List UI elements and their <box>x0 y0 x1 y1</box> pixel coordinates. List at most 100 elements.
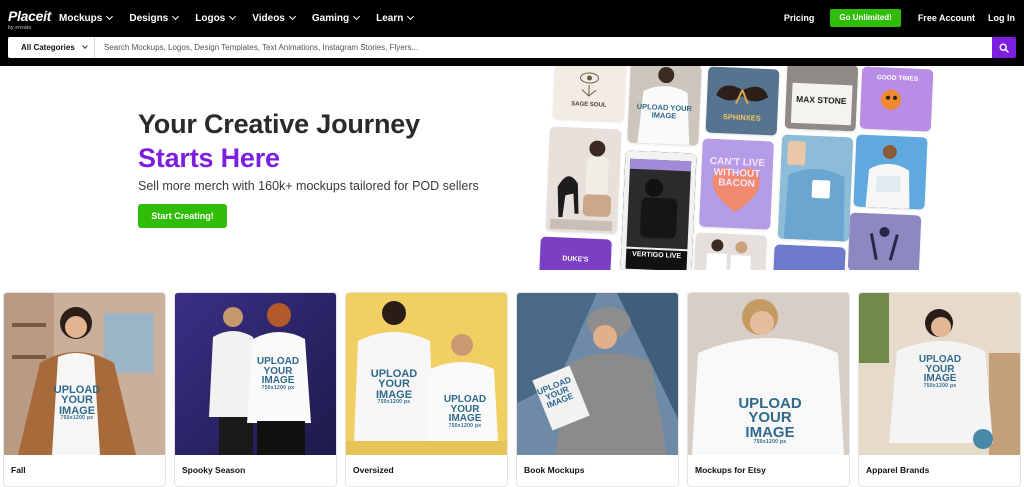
category-card-oversized[interactable]: UPLOAD YOUR IMAGE 750x1200 px UPLOAD YOU… <box>345 292 508 487</box>
collage-tile-couple[interactable] <box>694 232 767 270</box>
category-label: Fall <box>11 465 26 475</box>
chevron-down-icon <box>106 12 114 21</box>
collage-tile-max-stone[interactable]: MAX STONE <box>784 66 859 132</box>
collage-tile-upload[interactable]: UPLOAD YOUR IMAGE <box>627 66 702 146</box>
upload-size: 750x1200 px <box>377 399 411 406</box>
menu-gaming[interactable]: Gaming <box>311 12 361 24</box>
upload-placeholder: UPLOAD YOUR IMAGE 750x1200 px <box>52 384 102 422</box>
chevron-down-icon <box>288 12 296 21</box>
category-image: UPLOAD YOUR IMAGE 750x1200 px <box>175 293 336 455</box>
category-card-spooky-season[interactable]: UPLOAD YOUR IMAGE 750x1200 px Spooky Sea… <box>174 292 337 487</box>
menu-logos[interactable]: Logos <box>195 12 237 24</box>
main-nav: Placeit by envato Mockups Designs Logos … <box>0 0 1024 36</box>
collage-tile-man-tshirt[interactable] <box>853 134 928 210</box>
woman-with-dog-photo <box>545 126 622 234</box>
category-card-mockups-for-etsy[interactable]: UPLOAD YOUR IMAGE 750x1200 px Mockups fo… <box>687 292 850 487</box>
logo-subtitle: by envato <box>8 25 32 31</box>
poster-photo <box>773 244 846 270</box>
logo-wordmark: Placeit <box>8 8 52 24</box>
hero-collage: SAGE SOUL DUKE'S UPLOAD YOUR IMAGE VERTI… <box>536 66 936 270</box>
menu-label: Videos <box>252 12 285 24</box>
menu-label: Logos <box>195 12 226 24</box>
start-creating-button[interactable]: Start Creating! <box>138 204 227 228</box>
category-card-fall[interactable]: UPLOAD YOUR IMAGE 750x1200 px Fall <box>3 292 166 487</box>
menu-label: Designs <box>129 12 169 24</box>
menu-label: Gaming <box>311 12 350 24</box>
upload-size: 750x1200 px <box>60 415 94 422</box>
hands-illustration <box>847 212 922 270</box>
upload-placeholder: UPLOAD YOUR IMAGE 750x1200 px <box>255 357 301 390</box>
category-select-value: All Categories <box>21 43 75 52</box>
login-link[interactable]: Log In <box>988 13 1015 23</box>
free-account-link[interactable]: Free Account <box>918 13 975 23</box>
category-grid: UPLOAD YOUR IMAGE 750x1200 px Fall UPLOA… <box>3 292 1021 487</box>
menu-mockups[interactable]: Mockups <box>59 12 114 24</box>
category-label: Mockups for Etsy <box>695 465 766 475</box>
chevron-down-icon <box>353 12 361 21</box>
couple-photo <box>694 232 767 270</box>
collage-tile-dog[interactable] <box>545 126 622 234</box>
category-image: UPLOAD YOUR IMAGE 750x1200 px <box>688 293 849 455</box>
top-bar: Placeit by envato Mockups Designs Logos … <box>0 0 1024 66</box>
upload-size: 750x1200 px <box>923 382 957 389</box>
eye-illustration <box>580 72 600 97</box>
chevron-down-icon <box>81 43 88 49</box>
account-nav: Pricing Go Unlimited! Free Account Log I… <box>784 0 1015 36</box>
category-card-apparel-brands[interactable]: UPLOAD YOUR IMAGE 750x1200 px Apparel Br… <box>858 292 1021 487</box>
upload-size: 750x1200 px <box>753 438 787 445</box>
collage-tile-good-times[interactable]: GOOD TIMES <box>859 66 934 132</box>
search-button[interactable] <box>992 37 1016 58</box>
category-label: Oversized <box>353 465 394 475</box>
category-card-book-mockups[interactable]: UPLOAD YOUR IMAGE Book Mockups <box>516 292 679 487</box>
search-input[interactable] <box>95 37 992 58</box>
chevron-down-icon <box>172 12 180 21</box>
collage-tile-bacon[interactable]: CAN'T LIVE WITHOUT BACON <box>699 138 774 230</box>
search-icon <box>999 42 1009 53</box>
collage-tile-sage-soul[interactable]: SAGE SOUL <box>552 66 627 122</box>
menu-designs[interactable]: Designs <box>129 12 180 24</box>
category-label: Apparel Brands <box>866 465 930 475</box>
category-image: UPLOAD YOUR IMAGE <box>517 293 678 455</box>
collage-tile-sphinxes[interactable]: SPHINXES <box>705 66 780 136</box>
collage-tile-hands[interactable] <box>847 212 922 270</box>
collage-tile-mug[interactable] <box>777 134 854 242</box>
main-menu: Mockups Designs Logos Videos Gaming Lear… <box>59 0 430 36</box>
collage-tile-dukes[interactable]: DUKE'S <box>539 236 612 270</box>
upload-text: IMAGE <box>745 423 795 441</box>
tile-text: UPLOAD YOUR IMAGE <box>636 101 693 121</box>
hero-description: Sell more merch with 160k+ mockups tailo… <box>138 179 479 193</box>
tile-text: DUKE'S <box>562 255 589 264</box>
placeit-logo[interactable]: Placeit by envato <box>8 9 51 31</box>
menu-learn[interactable]: Learn <box>376 12 415 24</box>
menu-label: Learn <box>376 12 404 24</box>
menu-label: Mockups <box>59 12 103 24</box>
category-label: Spooky Season <box>182 465 246 475</box>
category-select[interactable]: All Categories <box>8 37 95 58</box>
category-image: UPLOAD YOUR IMAGE 750x1200 px <box>859 293 1020 455</box>
chevron-down-icon <box>407 12 415 21</box>
upload-placeholder: UPLOAD YOUR IMAGE 750x1200 px <box>915 355 965 388</box>
chevron-down-icon <box>229 12 237 21</box>
menu-videos[interactable]: Videos <box>252 12 296 24</box>
moth-illustration <box>705 66 780 136</box>
fall-photo <box>4 293 165 455</box>
tile-text: CAN'T LIVE WITHOUT BACON <box>709 155 766 190</box>
woman-with-mug-photo <box>777 134 854 242</box>
category-image: UPLOAD YOUR IMAGE 750x1200 px <box>4 293 165 455</box>
hero-subtitle: Starts Here <box>138 143 280 173</box>
collage-tile-bottom[interactable] <box>773 244 846 270</box>
upload-placeholder: UPLOAD YOUR IMAGE 750x1200 px <box>438 395 492 428</box>
upload-placeholder: UPLOAD YOUR IMAGE 750x1200 px <box>364 368 424 406</box>
upload-size: 750x1200 px <box>261 384 295 391</box>
go-unlimited-button[interactable]: Go Unlimited! <box>830 9 901 27</box>
collage-tile-vertigo[interactable]: VERTIGO LIVE <box>620 150 697 270</box>
pricing-link[interactable]: Pricing <box>784 13 815 23</box>
category-image: UPLOAD YOUR IMAGE 750x1200 px UPLOAD YOU… <box>346 293 507 455</box>
hero-title: Your Creative Journey <box>138 109 420 139</box>
upload-size: 750x1200 px <box>448 422 482 429</box>
upload-placeholder: UPLOAD YOUR IMAGE 750x1200 px <box>730 396 810 445</box>
search-bar: All Categories <box>8 37 1016 58</box>
man-in-tshirt-photo <box>853 134 928 210</box>
category-label: Book Mockups <box>524 465 585 475</box>
book-mockups-photo <box>517 293 678 455</box>
